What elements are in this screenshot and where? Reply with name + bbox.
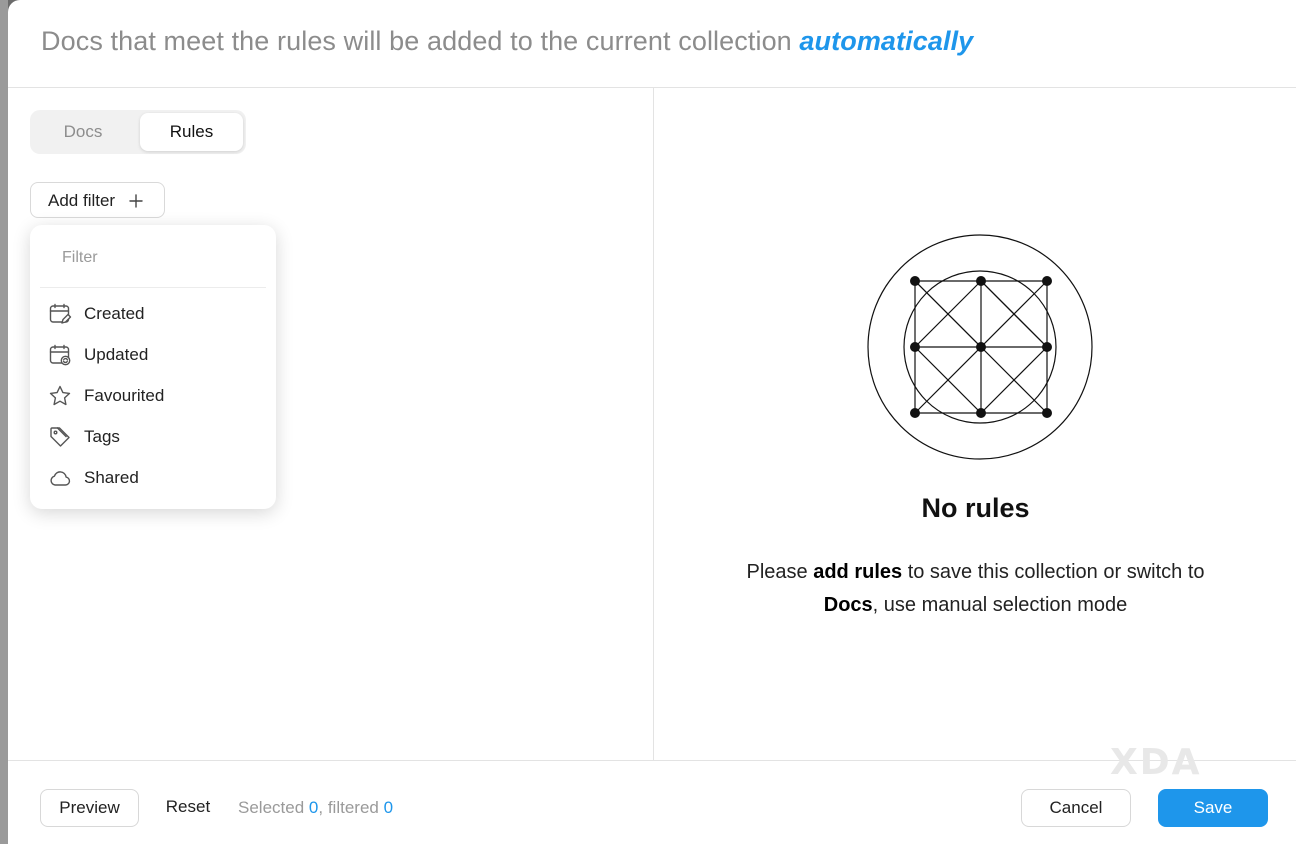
selection-summary: Selected 0, filtered 0	[238, 798, 394, 817]
menu-item-tags[interactable]: Tags	[40, 419, 266, 455]
dialog-title-text: Docs that meet the rules will be added t…	[41, 26, 792, 56]
rules-editor-pane: Docs Rules Add filter Filter Created Upd…	[8, 88, 654, 760]
menu-item-created[interactable]: Created	[40, 296, 266, 332]
filter-search-input[interactable]: Filter	[62, 249, 98, 267]
dialog-header: Docs that meet the rules will be added t…	[8, 0, 1296, 88]
cancel-button[interactable]: Cancel	[1021, 789, 1131, 827]
filtered-label: filtered	[327, 798, 379, 817]
desc-text: Please	[746, 561, 814, 583]
dialog-footer: Preview Reset Selected 0, filtered 0 Can…	[8, 760, 1296, 844]
menu-item-label: Shared	[84, 468, 139, 487]
mode-switch: Docs Rules	[30, 110, 246, 154]
empty-rules-illustration	[867, 234, 1093, 460]
menu-item-label: Favourited	[84, 386, 165, 405]
reset-button[interactable]: Reset	[154, 789, 222, 827]
star-icon	[49, 385, 71, 406]
docs-emphasis: Docs	[823, 594, 873, 616]
preview-pane: No rules Please add rules to save this c…	[655, 88, 1296, 760]
cloud-icon	[50, 471, 71, 486]
tab-rules[interactable]: Rules	[140, 113, 243, 151]
add-rules-emphasis: add rules	[813, 561, 903, 583]
selected-count: 0	[308, 798, 319, 817]
desc-text: to save this collection or switch to	[902, 561, 1205, 583]
collection-rules-dialog: Docs that meet the rules will be added t…	[8, 0, 1296, 844]
menu-item-shared[interactable]: Shared	[40, 460, 266, 496]
menu-item-label: Created	[84, 304, 145, 323]
empty-state-description: Please add rules to save this collection…	[655, 556, 1296, 622]
tag-icon	[50, 427, 70, 447]
add-filter-button[interactable]: Add filter	[30, 182, 165, 218]
empty-state-line-2: Docs, use manual selection mode	[655, 589, 1296, 622]
calendar-refresh-icon	[49, 344, 71, 366]
menu-item-label: Updated	[84, 345, 149, 364]
menu-item-label: Tags	[84, 427, 120, 446]
plus-icon	[129, 194, 143, 208]
background-window-edge	[0, 0, 8, 844]
preview-button[interactable]: Preview	[40, 789, 139, 827]
dialog-title-accent: automatically	[799, 26, 974, 56]
filtered-count: 0	[383, 798, 394, 817]
desc-text: , use manual selection mode	[872, 594, 1128, 616]
menu-item-favourited[interactable]: Favourited	[40, 378, 266, 414]
add-filter-label: Add filter	[48, 191, 116, 210]
tab-docs[interactable]: Docs	[33, 113, 133, 151]
calendar-edit-icon	[49, 303, 72, 324]
filter-menu: Filter Created Updated Favourited Tags S…	[30, 225, 276, 509]
xda-watermark: XDA	[1110, 742, 1202, 783]
empty-state-line-1: Please add rules to save this collection…	[655, 556, 1296, 589]
selected-label: Selected	[238, 798, 305, 817]
menu-divider	[40, 287, 266, 288]
save-button[interactable]: Save	[1158, 789, 1268, 827]
dialog-title: Docs that meet the rules will be added t…	[41, 26, 973, 57]
empty-state-title: No rules	[921, 493, 1030, 523]
menu-item-updated[interactable]: Updated	[40, 337, 266, 373]
